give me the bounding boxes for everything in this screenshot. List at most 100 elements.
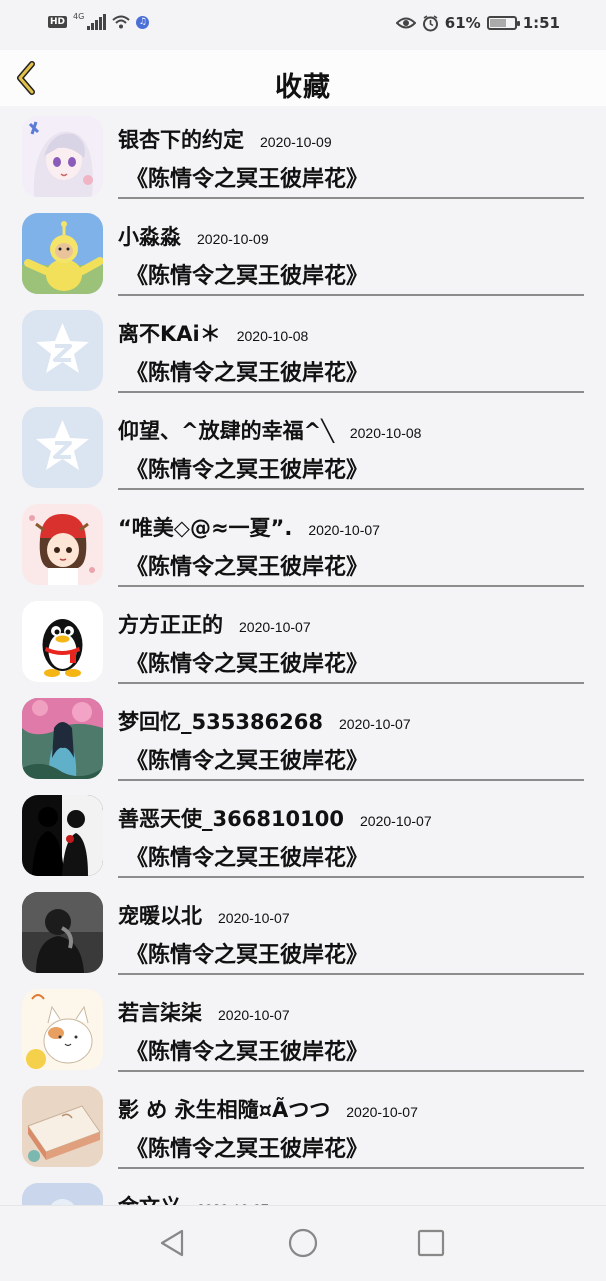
item-date: 2020-10-07 [218, 910, 290, 926]
network-type: 4G [73, 11, 85, 21]
user-avatar[interactable] [22, 892, 103, 973]
user-name: 仰望、^放肆的幸福^╲ [118, 419, 334, 443]
user-avatar[interactable] [22, 213, 103, 294]
item-date: 2020-10-07 [346, 1104, 418, 1120]
book-title[interactable]: 《陈情令之冥王彼岸花》 [126, 161, 368, 193]
square-recents-icon [417, 1229, 445, 1257]
system-nav-bar [0, 1205, 606, 1281]
cartoon-girl-avatar [22, 504, 103, 585]
name-row: 金文义 2020-10-07 [118, 1191, 269, 1206]
user-avatar[interactable] [22, 601, 103, 682]
list-item[interactable]: 仰望、^放肆的幸福^╲ 2020-10-08 《陈情令之冥王彼岸花》 [0, 397, 606, 494]
name-row: 仰望、^放肆的幸福^╲ 2020-10-08 [118, 415, 421, 445]
divider [118, 1167, 584, 1169]
eye-comfort-icon [395, 17, 416, 29]
list-item[interactable]: 小淼淼 2020-10-09 《陈情令之冥王彼岸花》 [0, 203, 606, 300]
anime-girl-avatar [22, 116, 103, 197]
user-avatar[interactable] [22, 116, 103, 197]
user-name: 宠暖以北 [118, 904, 202, 928]
qq-star-placeholder-icon [22, 310, 103, 391]
name-row: 梦回忆_535386268 2020-10-07 [118, 706, 411, 736]
triangle-back-icon [160, 1229, 184, 1257]
wifi-icon [112, 15, 130, 29]
item-date: 2020-10-09 [197, 231, 269, 247]
user-avatar[interactable] [22, 407, 103, 488]
status-right: 61% 1:51 [395, 14, 560, 32]
book-still-life-avatar [22, 1086, 103, 1167]
list-item[interactable]: 宠暖以北 2020-10-07 《陈情令之冥王彼岸花》 [0, 882, 606, 979]
user-name: 善恶天使_366810100 [118, 807, 345, 831]
user-name: 方方正正的 [118, 613, 223, 637]
book-title[interactable]: 《陈情令之冥王彼岸花》 [126, 355, 368, 387]
clock: 1:51 [522, 14, 560, 32]
user-avatar[interactable] [22, 698, 103, 779]
divider [118, 197, 584, 199]
divider [118, 488, 584, 490]
book-title[interactable]: 《陈情令之冥王彼岸花》 [126, 937, 368, 969]
item-date: 2020-10-07 [239, 619, 311, 635]
name-row: “唯美◇@≈一夏”. 2020-10-07 [118, 512, 380, 542]
battery-fill [489, 19, 506, 27]
user-name: 金文义 [118, 1191, 181, 1206]
page-title: 收藏 [275, 72, 331, 103]
book-title[interactable]: 《陈情令之冥王彼岸花》 [126, 743, 368, 775]
nav-home-button[interactable] [286, 1226, 320, 1260]
user-avatar[interactable] [22, 310, 103, 391]
divider [118, 682, 584, 684]
favorites-list[interactable]: 银杏下的约定 2020-10-09 《陈情令之冥王彼岸花》 小淼淼 2020-1… [0, 106, 606, 1206]
user-name: 梦回忆_535386268 [118, 710, 324, 734]
name-row: 影 め 永生相隨¤Ãつつ 2020-10-07 [118, 1094, 418, 1124]
book-title[interactable]: 《陈情令之冥王彼岸花》 [126, 646, 368, 678]
user-avatar[interactable] [22, 1183, 103, 1206]
status-left: HD 4G ♫ [48, 11, 150, 30]
item-date: 2020-10-08 [349, 425, 422, 441]
list-item[interactable]: 离不KAi＊ 2020-10-08 《陈情令之冥王彼岸花》 [0, 300, 606, 397]
name-row: 方方正正的 2020-10-07 [118, 609, 311, 639]
user-name: “唯美◇@≈一夏”. [118, 516, 293, 540]
divider [118, 1070, 584, 1072]
item-date: 2020-10-07 [339, 716, 411, 732]
name-row: 离不KAi＊ 2020-10-08 [118, 318, 308, 348]
user-avatar[interactable] [22, 504, 103, 585]
user-name: 影 め 永生相隨¤Ãつつ [118, 1098, 331, 1122]
list-item[interactable]: 影 め 永生相隨¤Ãつつ 2020-10-07 《陈情令之冥王彼岸花》 [0, 1076, 606, 1173]
circle-home-icon [288, 1228, 318, 1258]
divider [118, 973, 584, 975]
list-item[interactable]: “唯美◇@≈一夏”. 2020-10-07 《陈情令之冥王彼岸花》 [0, 494, 606, 591]
teletubby-avatar [22, 213, 103, 294]
book-title[interactable]: 《陈情令之冥王彼岸花》 [126, 1131, 368, 1163]
name-row: 若言柒柒 2020-10-07 [118, 997, 290, 1027]
battery-percent: 61% [444, 14, 481, 32]
user-avatar[interactable] [22, 989, 103, 1070]
book-title[interactable]: 《陈情令之冥王彼岸花》 [126, 258, 368, 290]
user-name: 小淼淼 [118, 225, 181, 249]
qq-penguin-avatar [22, 601, 103, 682]
list-item[interactable]: 银杏下的约定 2020-10-09 《陈情令之冥王彼岸花》 [0, 106, 606, 203]
list-item[interactable]: 善恶天使_366810100 2020-10-07 《陈情令之冥王彼岸花》 [0, 785, 606, 882]
list-item[interactable]: 梦回忆_535386268 2020-10-07 《陈情令之冥王彼岸花》 [0, 688, 606, 785]
user-name: 若言柒柒 [118, 1001, 202, 1025]
list-item[interactable]: 方方正正的 2020-10-07 《陈情令之冥王彼岸花》 [0, 591, 606, 688]
divider [118, 294, 584, 296]
divider [118, 391, 584, 393]
book-title[interactable]: 《陈情令之冥王彼岸花》 [126, 452, 368, 484]
book-title[interactable]: 《陈情令之冥王彼岸花》 [126, 549, 368, 581]
alarm-icon [422, 14, 438, 31]
user-name: 离不KAi＊ [118, 322, 221, 346]
item-date: 2020-10-07 [308, 522, 380, 538]
nav-recents-button[interactable] [414, 1226, 448, 1260]
user-avatar[interactable] [22, 795, 103, 876]
item-date: 2020-10-07 [218, 1007, 290, 1023]
list-item[interactable]: 若言柒柒 2020-10-07 《陈情令之冥王彼岸花》 [0, 979, 606, 1076]
fantasy-painting-avatar [22, 698, 103, 779]
list-item[interactable]: 金文义 2020-10-07 [0, 1173, 606, 1206]
book-title[interactable]: 《陈情令之冥王彼岸花》 [126, 1034, 368, 1066]
book-title[interactable]: 《陈情令之冥王彼岸花》 [126, 840, 368, 872]
name-row: 善恶天使_366810100 2020-10-07 [118, 803, 432, 833]
dark-portrait-avatar [22, 892, 103, 973]
signal-icon [87, 14, 107, 30]
cat-sensei-avatar [22, 989, 103, 1070]
user-avatar[interactable] [22, 1086, 103, 1167]
nav-back-button[interactable] [156, 1226, 190, 1260]
item-date: 2020-10-07 [360, 813, 432, 829]
